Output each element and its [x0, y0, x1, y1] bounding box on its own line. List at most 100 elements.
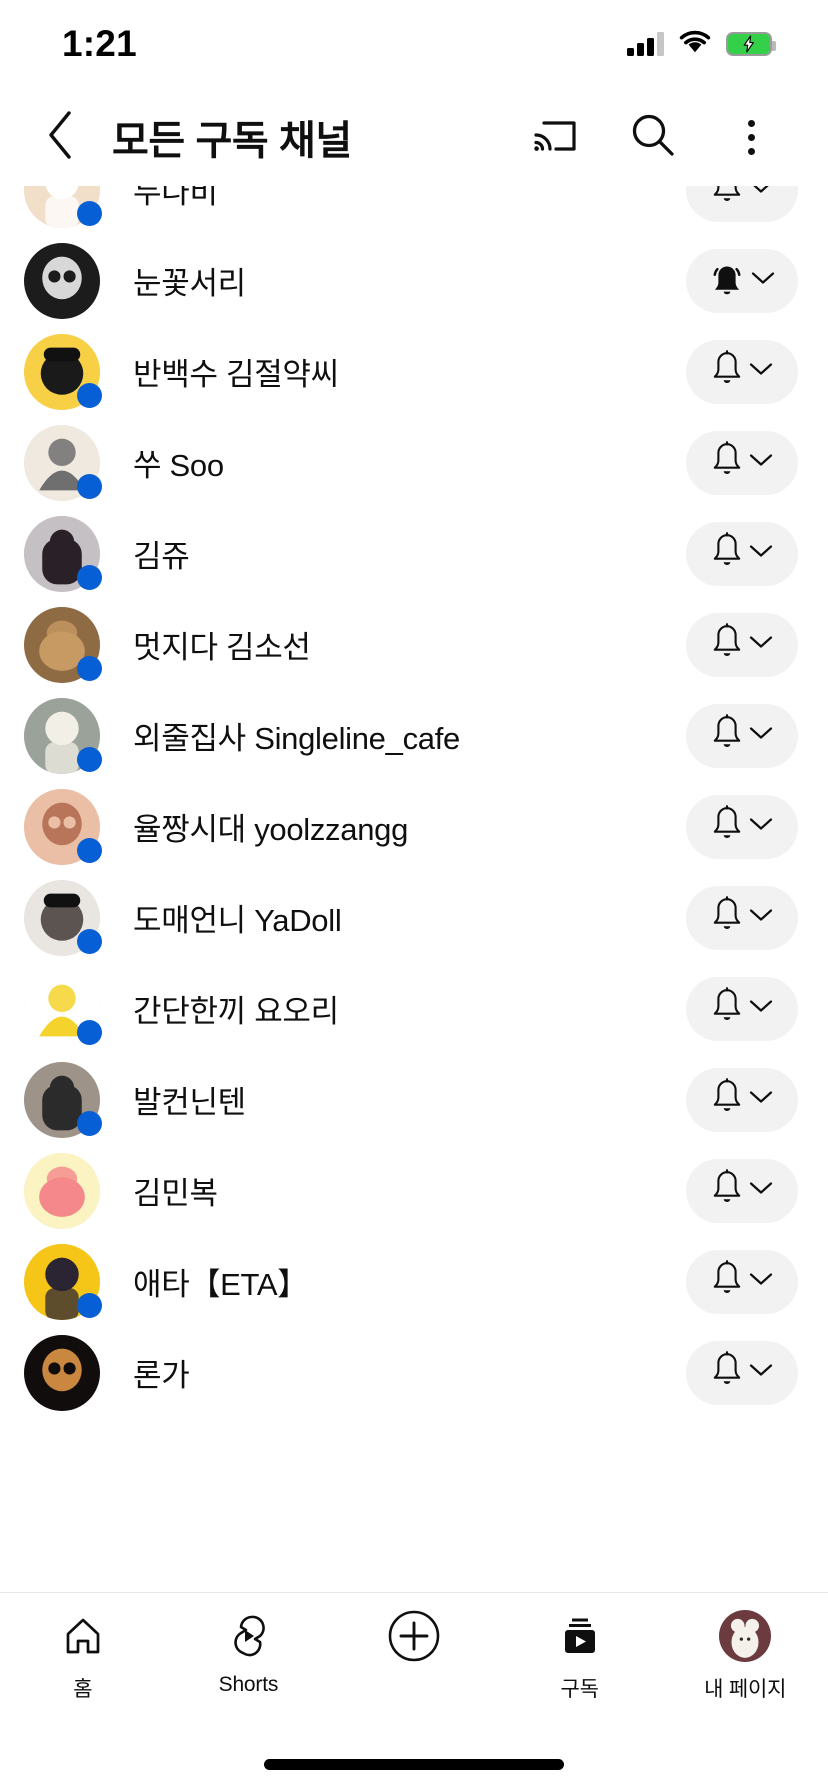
notification-bell-button[interactable]	[686, 703, 798, 768]
nav-item-구독[interactable]: 구독	[497, 1609, 663, 1703]
nav-item-create[interactable]	[331, 1609, 497, 1663]
bell-outline-icon	[710, 987, 744, 1030]
channel-row[interactable]: 눈꽃서리	[0, 235, 828, 326]
channel-row[interactable]: 율짱시대 yoolzzangg	[0, 781, 828, 872]
avatar	[24, 1152, 100, 1229]
channel-avatar-wrap[interactable]	[24, 333, 102, 410]
channel-row[interactable]: 도매언니 YaDoll	[0, 872, 828, 963]
home-indicator[interactable]	[264, 1758, 564, 1770]
new-content-dot	[77, 928, 102, 954]
notification-bell-button[interactable]	[686, 1249, 798, 1314]
channel-row[interactable]: 김쥬	[0, 508, 828, 599]
channel-row[interactable]: 발컨닌텐	[0, 1054, 828, 1145]
channel-row[interactable]: 애타【ETA】	[0, 1236, 828, 1327]
channel-name: 눈꽃서리	[133, 266, 246, 301]
channel-avatar-wrap[interactable]	[24, 1061, 102, 1138]
back-chevron-icon	[44, 109, 78, 166]
bell-outline-icon	[710, 714, 744, 757]
nav-item-내 페이지[interactable]: 내 페이지	[662, 1609, 828, 1703]
channel-avatar-wrap[interactable]	[24, 515, 102, 592]
channel-name: 김쥬	[133, 539, 190, 574]
bell-outline-icon	[710, 186, 744, 211]
avatar	[24, 1334, 100, 1411]
cast-button[interactable]	[518, 100, 592, 174]
channel-avatar-wrap[interactable]	[24, 424, 102, 501]
bell-outline-icon	[710, 805, 744, 848]
channel-row[interactable]: 김민복	[0, 1145, 828, 1236]
notification-bell-button[interactable]	[686, 1067, 798, 1132]
channel-avatar-wrap[interactable]	[24, 606, 102, 683]
channel-avatar-wrap[interactable]	[24, 788, 102, 865]
channel-avatar-wrap[interactable]	[24, 970, 102, 1047]
bell-outline-icon	[710, 623, 744, 666]
notification-bell-button[interactable]	[686, 885, 798, 950]
nav-item-홈[interactable]: 홈	[0, 1609, 166, 1703]
chevron-down-icon	[748, 816, 774, 837]
notification-bell-button[interactable]	[686, 1340, 798, 1405]
cast-icon	[532, 115, 578, 160]
home-indicator-area	[0, 1736, 828, 1792]
chevron-down-icon	[748, 361, 774, 382]
new-content-dot	[77, 564, 102, 590]
chevron-down-icon	[748, 452, 774, 473]
new-content-dot	[77, 200, 102, 226]
channel-avatar-wrap[interactable]	[24, 697, 102, 774]
youtube-subscriptions-screen: 1:21 모든 구독 채널 두나비 눈꽃서리 반백수 김절약씨 쑤 Soo 김쥬…	[0, 0, 828, 1792]
channel-name: 두나비	[133, 186, 218, 210]
channel-avatar-wrap[interactable]	[24, 1152, 100, 1229]
app-bar: 모든 구독 채널	[0, 88, 828, 186]
search-icon	[629, 111, 677, 164]
new-content-dot	[77, 1292, 102, 1318]
account-avatar-icon	[719, 1610, 772, 1662]
bell-outline-icon	[710, 532, 744, 575]
channel-row[interactable]: 쑤 Soo	[0, 417, 828, 508]
notification-bell-button[interactable]	[686, 794, 798, 859]
channel-avatar-wrap[interactable]	[24, 242, 100, 319]
search-button[interactable]	[616, 100, 690, 174]
channel-avatar-wrap[interactable]	[24, 186, 102, 228]
app-bar-actions	[518, 100, 788, 174]
channel-name: 쑤 Soo	[133, 448, 224, 483]
channel-name: 외줄집사 Singleline_cafe	[133, 721, 460, 756]
notification-bell-button[interactable]	[686, 248, 798, 313]
channel-avatar-wrap[interactable]	[24, 879, 102, 956]
notification-bell-button[interactable]	[686, 612, 798, 677]
channel-avatar-wrap[interactable]	[24, 1334, 100, 1411]
channel-name: 애타【ETA】	[133, 1267, 308, 1302]
notification-bell-button[interactable]	[686, 976, 798, 1041]
account-avatar-icon	[719, 1609, 772, 1663]
channel-row[interactable]: 두나비	[0, 186, 828, 235]
chevron-down-icon	[748, 1271, 774, 1292]
channel-avatar-wrap[interactable]	[24, 1243, 102, 1320]
new-content-dot	[77, 746, 102, 772]
chevron-down-icon	[748, 1180, 774, 1201]
overflow-menu-button[interactable]	[714, 100, 788, 174]
notification-bell-button[interactable]	[686, 1158, 798, 1223]
channel-row[interactable]: 간단한끼 요오리	[0, 963, 828, 1054]
page-title: 모든 구독 채널	[112, 119, 352, 163]
subscription-channel-list[interactable]: 두나비눈꽃서리반백수 김절약씨쑤 Soo 김쥬멋지다 김소선외줄집사 Single…	[0, 186, 828, 1592]
subscriptions-icon	[557, 1609, 603, 1663]
channel-name: 간단한끼 요오리	[133, 994, 339, 1029]
channel-row[interactable]: 론가	[0, 1327, 828, 1418]
notification-bell-button[interactable]	[686, 521, 798, 586]
home-icon	[60, 1609, 106, 1663]
chevron-down-icon	[748, 543, 774, 564]
channel-name: 반백수 김절약씨	[133, 357, 339, 392]
back-button[interactable]	[24, 100, 98, 174]
status-bar: 1:21	[0, 0, 828, 88]
notification-bell-button[interactable]	[686, 339, 798, 404]
nav-item-label: Shorts	[218, 1673, 279, 1696]
channel-row[interactable]: 외줄집사 Singleline_cafe	[0, 690, 828, 781]
bell-outline-icon	[710, 1260, 744, 1303]
notification-bell-button[interactable]	[686, 186, 798, 222]
chevron-down-icon	[748, 186, 774, 200]
chevron-down-icon	[748, 1089, 774, 1110]
new-content-dot	[77, 837, 102, 863]
channel-row[interactable]: 반백수 김절약씨	[0, 326, 828, 417]
chevron-down-icon	[750, 270, 776, 291]
channel-row[interactable]: 멋지다 김소선	[0, 599, 828, 690]
notification-bell-button[interactable]	[686, 430, 798, 495]
chevron-down-icon	[748, 907, 774, 928]
nav-item-Shorts[interactable]: Shorts	[166, 1609, 332, 1697]
